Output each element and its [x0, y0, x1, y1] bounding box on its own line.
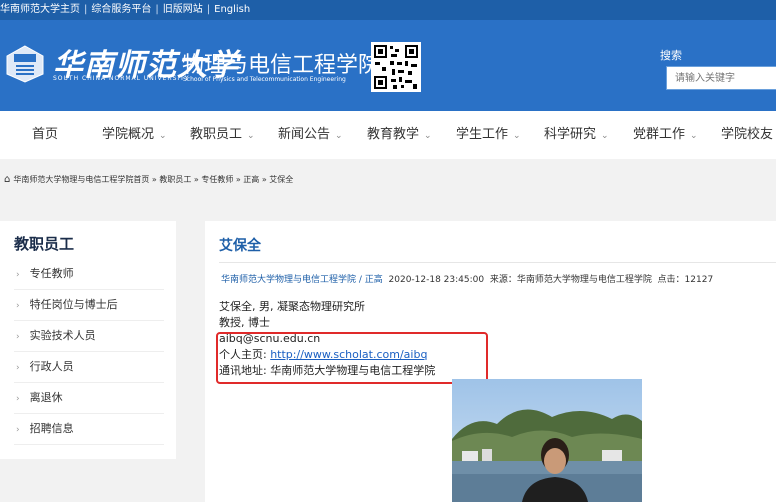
search-label: 搜索: [660, 49, 682, 62]
topbar-separator: |: [155, 4, 159, 15]
meta-details: 2020-12-18 23:45:00 来源：华南师范大学物理与电信工程学院 点…: [382, 275, 714, 285]
profile-photo: [452, 379, 642, 502]
article-panel: 艾保全 华南师范大学物理与电信工程学院 / 正高 2020-12-18 23:4…: [205, 221, 776, 502]
sidebar-item-label: 特任岗位与博士后: [29, 298, 118, 311]
chevron-down-icon: ⌄: [159, 131, 167, 141]
nav-home[interactable]: 首页: [32, 111, 58, 159]
nav-label: 党群工作: [633, 127, 686, 142]
chevron-down-icon: ⌄: [424, 131, 432, 141]
nav-students[interactable]: 学生工作 ⌄: [456, 111, 521, 159]
sidebar-item-lab-staff[interactable]: › 实验技术人员: [14, 321, 164, 352]
topbar-link-old-site[interactable]: 旧版网站: [163, 4, 203, 15]
university-name-en: SOUTH CHINA NORMAL UNIVERSITY: [53, 75, 190, 82]
sidebar-item-recruitment[interactable]: › 招聘信息: [14, 414, 164, 445]
topbar-link-scnu-home[interactable]: 华南师范大学主页: [0, 4, 80, 15]
sidebar-item-special-postdoc[interactable]: › 特任岗位与博士后: [14, 290, 164, 321]
nav-label: 首页: [32, 127, 59, 142]
nav-staff[interactable]: 教职员工 ⌄: [190, 111, 255, 159]
top-link-bar: 华南师范大学主页 | 综合服务平台 | 旧版网站 | English: [0, 0, 776, 20]
sidebar-item-label: 离退休: [29, 391, 63, 404]
sidebar-item-retired[interactable]: › 离退休: [14, 383, 164, 414]
article-title: 艾保全: [219, 238, 261, 254]
search-box: 搜索: [660, 47, 776, 90]
sidebar-item-label: 招聘信息: [29, 422, 74, 435]
chevron-down-icon: ⌄: [601, 131, 609, 141]
search-input[interactable]: [666, 66, 776, 90]
nav-about[interactable]: 学院概况 ⌄: [102, 111, 167, 159]
topbar-link-services[interactable]: 综合服务平台: [91, 4, 151, 15]
nav-alumni[interactable]: 学院校友: [721, 111, 773, 159]
article-meta: 华南师范大学物理与电信工程学院 / 正高 2020-12-18 23:45:00…: [221, 272, 713, 285]
nav-label: 科学研究: [544, 127, 597, 142]
topbar-separator: |: [206, 4, 211, 15]
breadcrumb: ⌂ 华南师范大学物理与电信工程学院首页 » 教职员工 » 专任教师 » 正高 » …: [4, 174, 293, 185]
home-icon[interactable]: ⌂: [4, 174, 10, 185]
nav-label: 教职员工: [190, 127, 243, 142]
chevron-down-icon: ⌄: [513, 131, 521, 141]
profile-line-name: 艾保全, 男, 凝聚态物理研究所: [219, 300, 365, 313]
main-nav: 首页 学院概况 ⌄ 教职员工 ⌄ 新闻公告 ⌄ 教育教学 ⌄ 学生工作 ⌄ 科学研究 ⌄ 党…: [0, 111, 776, 159]
site-logo[interactable]: 华南师范大学 SOUTH CHINA NORMAL UNIVERSITY 物理与…: [5, 42, 380, 88]
sidebar-item-label: 专任教师: [29, 267, 74, 280]
sidebar: 教职员工 › 专任教师 › 特任岗位与博士后 › 实验技术人员 › 行政人员 › 离退休 …: [0, 221, 176, 459]
sidebar-item-label: 实验技术人员: [29, 329, 96, 342]
nav-party[interactable]: 党群工作 ⌄: [633, 111, 698, 159]
school-name-en: School of Physics and Telecommunication …: [183, 76, 346, 83]
nav-label: 教育教学: [367, 127, 420, 142]
sidebar-item-full-time-faculty[interactable]: › 专任教师: [14, 259, 164, 290]
chevron-down-icon: ⌄: [247, 131, 255, 141]
qr-code-icon: [371, 42, 421, 92]
chevron-right-icon: ›: [16, 394, 20, 404]
nav-education[interactable]: 教育教学 ⌄: [367, 111, 432, 159]
nav-label: 学生工作: [456, 127, 509, 142]
chevron-right-icon: ›: [16, 301, 20, 311]
nav-news[interactable]: 新闻公告 ⌄: [278, 111, 343, 159]
site-header: 华南师范大学 SOUTH CHINA NORMAL UNIVERSITY 物理与…: [0, 20, 776, 111]
nav-label: 学院概况: [102, 127, 155, 142]
chevron-down-icon: ⌄: [690, 131, 698, 141]
sidebar-item-admin-staff[interactable]: › 行政人员: [14, 352, 164, 383]
chevron-right-icon: ›: [16, 332, 20, 342]
nav-label: 新闻公告: [278, 127, 331, 142]
chevron-down-icon: ⌄: [335, 131, 343, 141]
nav-label: 学院校友: [721, 127, 774, 142]
breadcrumb-text[interactable]: 华南师范大学物理与电信工程学院首页 » 教职员工 » 专任教师 » 正高 » 艾…: [13, 175, 293, 184]
chevron-right-icon: ›: [16, 270, 20, 280]
university-emblem-icon: [6, 45, 44, 83]
chevron-right-icon: ›: [16, 363, 20, 373]
topbar-separator: |: [84, 4, 88, 15]
nav-research[interactable]: 科学研究 ⌄: [544, 111, 609, 159]
chevron-right-icon: ›: [16, 425, 20, 435]
meta-separator: /: [356, 275, 365, 285]
sidebar-item-label: 行政人员: [29, 360, 74, 373]
meta-category-link[interactable]: 正高: [365, 275, 383, 285]
meta-source-link[interactable]: 华南师范大学物理与电信工程学院: [221, 275, 356, 285]
sidebar-title: 教职员工: [14, 235, 75, 253]
topbar-link-english[interactable]: English: [214, 4, 250, 15]
profile-line-title: 教授, 博士: [219, 316, 270, 329]
highlight-box: [216, 332, 488, 384]
school-name-cn: 物理与电信工程学院: [182, 53, 381, 78]
title-divider: [219, 262, 776, 263]
